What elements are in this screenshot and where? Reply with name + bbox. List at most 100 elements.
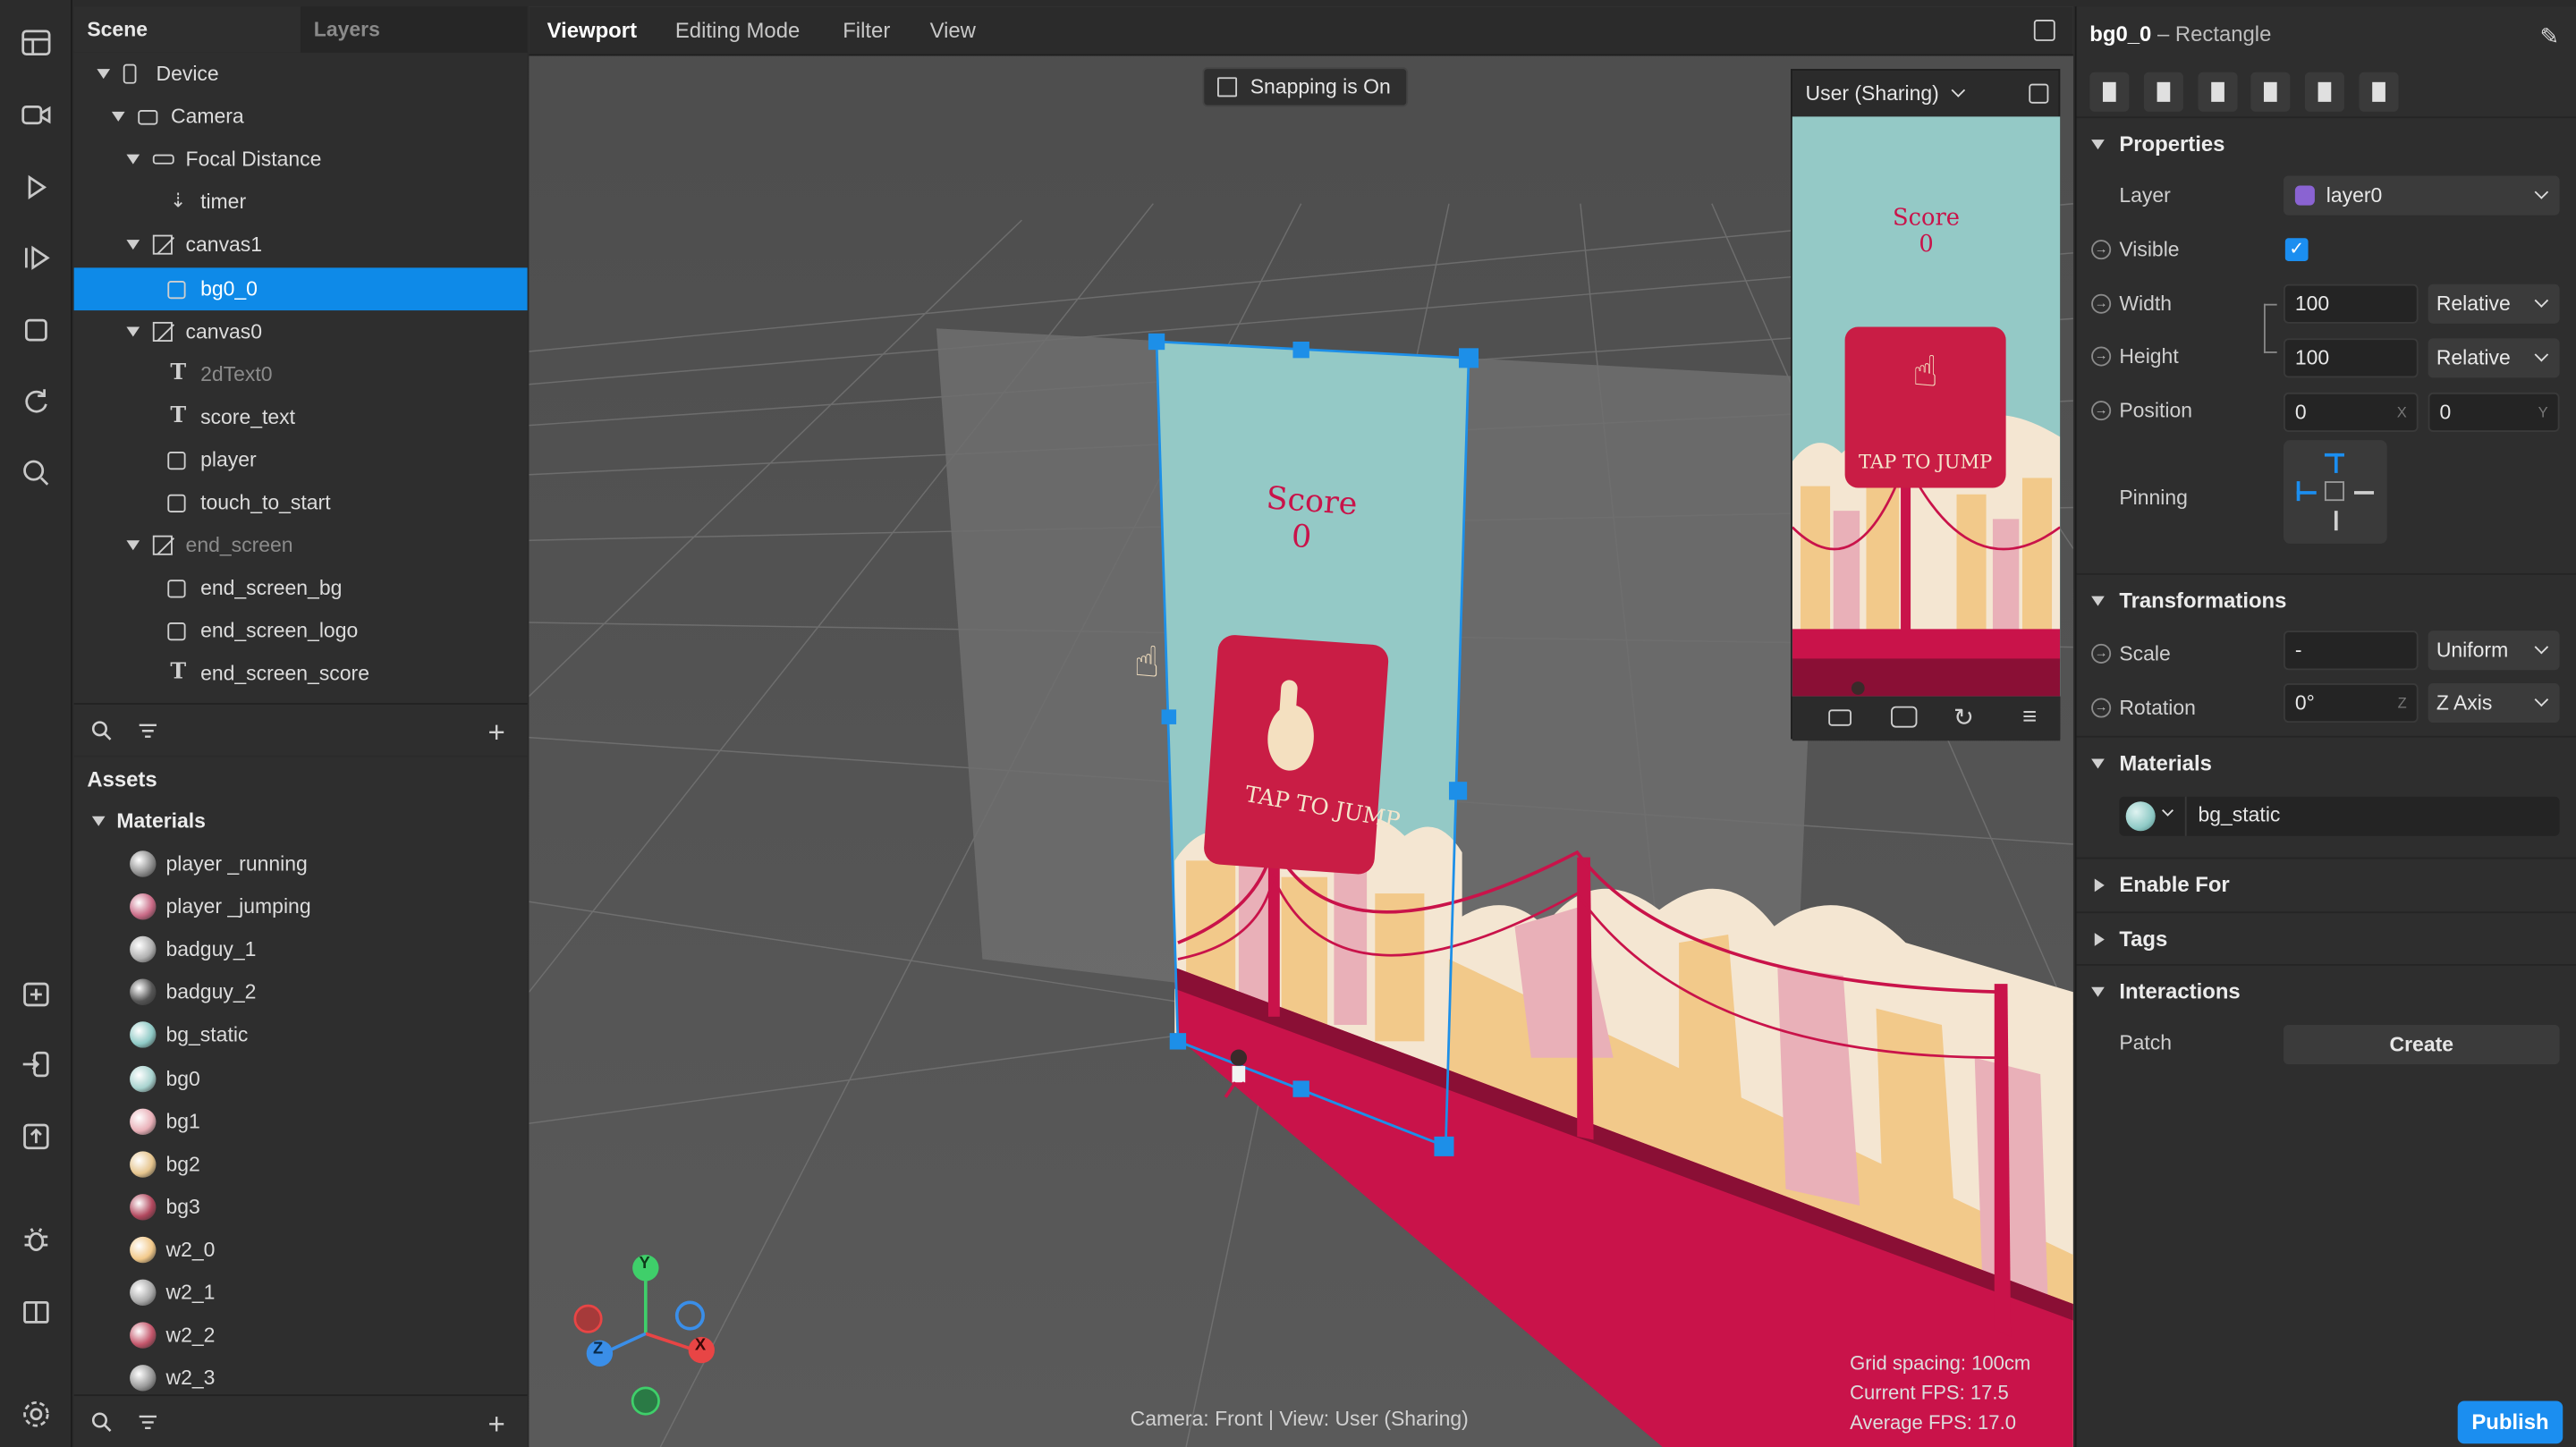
asset-item-w2-2[interactable]: w2_2 xyxy=(74,1314,528,1357)
tree-item-timer[interactable]: ⇣ timer xyxy=(74,182,528,224)
height-input[interactable]: 100 xyxy=(2284,338,2419,378)
asset-item-w2-3[interactable]: w2_3 xyxy=(74,1357,528,1394)
section-properties[interactable]: Properties xyxy=(2076,116,2576,169)
tree-item-camera[interactable]: Camera xyxy=(74,96,528,139)
section-materials[interactable]: Materials xyxy=(2076,735,2576,789)
tree-item-score-text[interactable]: Tscore_text xyxy=(74,395,528,438)
link-proportions-icon[interactable] xyxy=(2263,303,2277,353)
bug-icon[interactable] xyxy=(13,1217,59,1263)
tab-scene[interactable]: Scene xyxy=(73,6,301,53)
scale-mode-select[interactable]: Uniform xyxy=(2428,630,2560,671)
create-patch-button[interactable]: Create xyxy=(2284,1024,2560,1065)
external-link-icon[interactable] xyxy=(2033,20,2055,41)
square-icon[interactable] xyxy=(13,307,59,352)
asset-item-player-jumping[interactable]: player _jumping xyxy=(74,885,528,928)
tree-item-device[interactable]: Device xyxy=(74,53,528,96)
asset-item-badguy-2[interactable]: badguy_2 xyxy=(74,971,528,1014)
tree-item-touch-to-start[interactable]: touch_to_start xyxy=(74,481,528,524)
tree-item-player[interactable]: player xyxy=(74,438,528,481)
refresh-icon[interactable] xyxy=(13,377,59,423)
asset-item-bg3[interactable]: bg3 xyxy=(74,1186,528,1229)
arrow-right-icon[interactable]: → xyxy=(2091,293,2112,314)
width-mode-select[interactable]: Relative xyxy=(2428,283,2560,324)
search-icon[interactable] xyxy=(90,1411,116,1437)
scale-input[interactable]: - xyxy=(2284,630,2419,671)
menu-editing-mode[interactable]: Editing Mode xyxy=(675,18,800,43)
materials-group[interactable]: Materials xyxy=(74,800,528,842)
section-interactions[interactable]: Interactions xyxy=(2076,964,2576,1017)
gear-icon[interactable] xyxy=(13,1392,59,1437)
pin-left[interactable] xyxy=(2296,491,2317,494)
layout-icon[interactable] xyxy=(13,20,59,65)
asset-item-player-running[interactable]: player _running xyxy=(74,842,528,885)
align-bottom-button[interactable] xyxy=(2359,72,2399,112)
asset-item-bg0[interactable]: bg0 xyxy=(74,1057,528,1100)
preview-screen[interactable]: Score 0 ☝ TAP TO JUMP xyxy=(1792,116,2061,697)
menu-filter[interactable]: Filter xyxy=(843,18,890,43)
menu-icon[interactable]: ≡ xyxy=(2022,703,2037,731)
tab-layers[interactable]: Layers xyxy=(301,6,528,53)
tree-item-2dtext0[interactable]: T 2dText0 xyxy=(74,352,528,395)
expand-arrow-icon[interactable] xyxy=(111,112,125,123)
layer-select[interactable]: layer0 xyxy=(2284,175,2560,216)
publish-button[interactable]: Publish xyxy=(2457,1400,2563,1444)
asset-item-bg1[interactable]: bg1 xyxy=(74,1100,528,1143)
asset-item-w2-0[interactable]: w2_0 xyxy=(74,1229,528,1272)
asset-item-bg2[interactable]: bg2 xyxy=(74,1143,528,1186)
arrow-right-icon[interactable]: → xyxy=(2091,240,2112,260)
visible-checkbox[interactable]: ✓ xyxy=(2284,238,2309,262)
width-input[interactable]: 100 xyxy=(2284,283,2419,324)
tree-item-bg0-0[interactable]: bg0_0 xyxy=(73,267,528,310)
tree-item-end-screen-score[interactable]: Tend_screen_score xyxy=(74,653,528,696)
arrow-right-icon[interactable]: → xyxy=(2091,346,2112,367)
add-icon[interactable]: + xyxy=(487,718,513,748)
align-left-button[interactable] xyxy=(2089,72,2130,112)
tree-item-end-screen-bg[interactable]: end_screen_bg xyxy=(74,567,528,610)
expand-arrow-icon[interactable] xyxy=(126,540,140,551)
arrow-right-icon[interactable]: → xyxy=(2091,643,2112,664)
expand-arrow-icon[interactable] xyxy=(126,240,140,250)
chevron-down-icon[interactable] xyxy=(2162,804,2174,817)
align-top-button[interactable] xyxy=(2250,72,2291,112)
pinning-widget[interactable] xyxy=(2284,440,2387,544)
asset-item-w2-1[interactable]: w2_1 xyxy=(74,1271,528,1314)
filter-icon[interactable] xyxy=(136,719,162,745)
pin-top[interactable] xyxy=(2334,453,2337,473)
rotation-input[interactable]: 0° Z xyxy=(2284,682,2419,724)
rotation-axis-select[interactable]: Z Axis xyxy=(2428,682,2560,724)
upload-icon[interactable] xyxy=(13,1113,59,1159)
expand-arrow-icon[interactable] xyxy=(97,69,111,80)
video-camera-icon[interactable] xyxy=(13,92,59,138)
tree-item-canvas1[interactable]: canvas1 xyxy=(74,224,528,267)
asset-item-bg-static[interactable]: bg_static xyxy=(74,1014,528,1057)
filter-icon[interactable] xyxy=(136,1411,162,1437)
preview-device-select[interactable]: User (Sharing) xyxy=(1792,71,2059,116)
search-icon[interactable] xyxy=(90,719,116,745)
tree-item-focal-distance[interactable]: Focal Distance xyxy=(74,139,528,182)
menu-viewport[interactable]: Viewport xyxy=(547,18,637,43)
video-icon[interactable] xyxy=(1828,709,1852,726)
asset-item-badguy-1[interactable]: badguy_1 xyxy=(74,928,528,971)
magic-wand-icon[interactable]: ✎ xyxy=(2540,23,2560,51)
add-icon[interactable]: + xyxy=(487,1409,513,1439)
section-transformations[interactable]: Transformations xyxy=(2076,572,2576,626)
snapping-toggle[interactable]: Snapping is On xyxy=(1202,67,1409,107)
material-slot[interactable]: bg_static xyxy=(2119,796,2560,836)
menu-view[interactable]: View xyxy=(930,18,976,43)
tree-item-end-screen-logo[interactable]: end_screen_logo xyxy=(74,610,528,653)
section-tags[interactable]: Tags xyxy=(2076,911,2576,964)
pin-right[interactable] xyxy=(2353,491,2375,494)
arrow-right-icon[interactable]: → xyxy=(2091,698,2112,718)
play-sequence-icon[interactable] xyxy=(13,235,59,281)
screenshot-icon[interactable] xyxy=(1891,706,1918,728)
import-icon[interactable] xyxy=(13,1041,59,1087)
pin-center[interactable] xyxy=(2324,481,2344,502)
book-icon[interactable] xyxy=(13,1290,59,1335)
add-file-icon[interactable] xyxy=(13,970,59,1016)
align-middle-button[interactable] xyxy=(2304,72,2344,112)
arrow-right-icon[interactable]: → xyxy=(2091,401,2112,421)
pop-out-icon[interactable] xyxy=(2029,83,2049,104)
viewport[interactable]: Score 0 TAP TO JUMP ☝ Y X Z Viewport Edi… xyxy=(529,6,2073,1447)
tree-item-end-screen[interactable]: end_screen xyxy=(74,524,528,567)
height-mode-select[interactable]: Relative xyxy=(2428,338,2560,378)
